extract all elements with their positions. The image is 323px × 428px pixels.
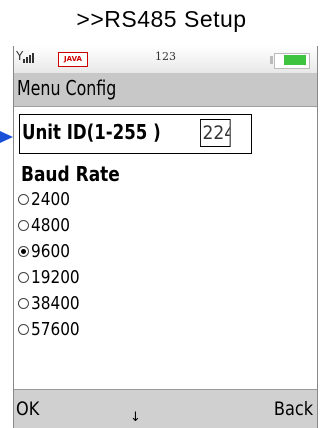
baud-option-label: 2400 xyxy=(31,188,70,210)
baud-option-label: 4800 xyxy=(31,214,70,236)
java-icon: JAVA xyxy=(58,52,88,67)
baud-option-9600[interactable]: 9600 xyxy=(18,238,77,264)
baud-option-label: 9600 xyxy=(31,240,70,262)
baud-option-label: 38400 xyxy=(31,292,80,314)
radio-selected-icon xyxy=(18,245,29,257)
title-bar: Menu Config xyxy=(14,73,317,107)
radio-icon xyxy=(18,271,29,283)
baud-option-label: 19200 xyxy=(31,266,80,288)
baud-option-2400[interactable]: 2400 xyxy=(18,186,77,212)
radio-icon xyxy=(18,219,29,231)
screen-caption: >>RS485 Setup xyxy=(76,6,247,32)
page-title: Menu Config xyxy=(17,76,117,100)
radio-icon xyxy=(18,297,29,309)
baud-option-label: 57600 xyxy=(31,318,80,340)
baud-rate-label: Baud Rate xyxy=(21,162,120,186)
status-bar: Y JAVA 123 xyxy=(14,46,317,73)
status-number: 123 xyxy=(155,50,176,63)
softkey-bar: OK ↓ Back xyxy=(14,389,317,428)
baud-option-57600[interactable]: 57600 xyxy=(18,316,88,342)
baud-option-4800[interactable]: 4800 xyxy=(18,212,77,238)
signal-icon: Y xyxy=(16,49,35,63)
pointer-arrow-icon xyxy=(0,131,13,143)
unit-id-label: Unit ID(1-255 ) xyxy=(22,120,161,144)
unit-id-row: Unit ID(1-255 ) xyxy=(19,114,252,154)
baud-option-19200[interactable]: 19200 xyxy=(18,264,88,290)
back-softkey[interactable]: Back xyxy=(274,398,313,420)
ok-softkey[interactable]: OK xyxy=(16,398,39,420)
unit-id-input[interactable] xyxy=(200,119,231,147)
baud-option-38400[interactable]: 38400 xyxy=(18,290,88,316)
radio-icon xyxy=(18,323,29,335)
radio-icon xyxy=(18,193,29,205)
scroll-down-icon: ↓ xyxy=(130,410,141,425)
battery-icon xyxy=(270,53,310,69)
phone-screen: Y JAVA 123 Menu Config Unit ID(1-255 ) B… xyxy=(13,46,318,428)
